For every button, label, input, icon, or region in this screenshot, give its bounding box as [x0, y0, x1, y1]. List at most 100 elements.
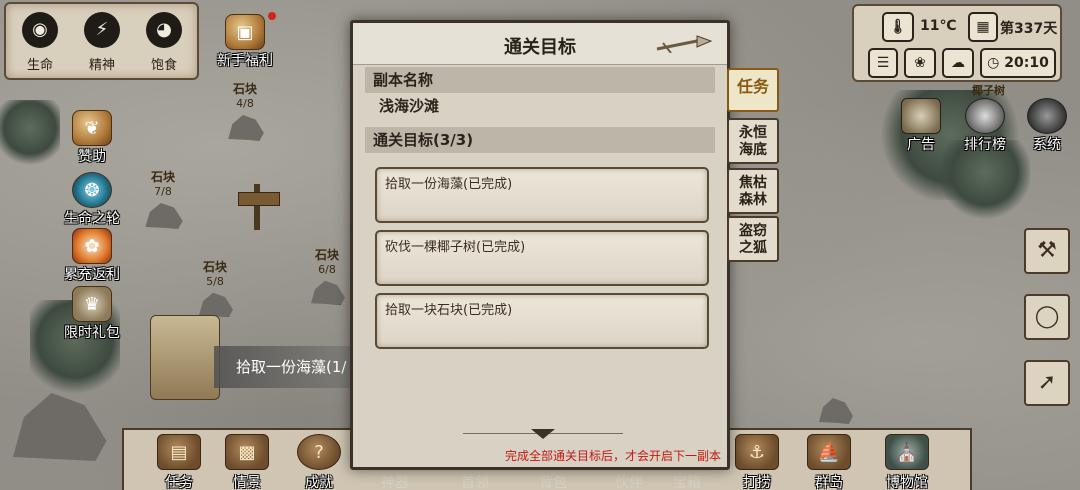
button-label: 系统	[1033, 137, 1061, 153]
run-button[interactable]: ➚	[1024, 360, 1070, 406]
body-icon: ◉	[22, 12, 58, 48]
map-node-stone[interactable]: 石块 7/8	[138, 168, 188, 230]
stone-icon	[311, 280, 345, 305]
recharge-rebate-button[interactable]: ✿ 累充返利	[52, 228, 132, 284]
stat-label: 生命	[26, 58, 53, 73]
tab-label: 焦枯森林	[739, 175, 767, 208]
axe-icon: ⚒	[1037, 238, 1057, 263]
map-node-stone[interactable]: 石块 6/8	[302, 246, 352, 306]
nav-tasks[interactable]: ▤ 任务	[144, 434, 214, 490]
tab-eternal-seabed[interactable]: 永恒海底	[727, 118, 779, 164]
nav-museum[interactable]: ⛪ 博物馆	[872, 434, 942, 490]
dungeon-name: 浅海沙滩	[379, 97, 440, 115]
boulder	[819, 398, 853, 424]
weather-rain-icon[interactable]: ☁	[942, 48, 974, 78]
tab-thief-fox[interactable]: 盗窃之狐	[727, 216, 779, 262]
axe-tool-button[interactable]: ⚒	[1024, 228, 1070, 274]
stone-icon	[199, 292, 233, 317]
tab-label: 盗窃之狐	[739, 223, 767, 256]
goal-text: 拾取一份海藻(已完成)	[385, 177, 513, 192]
spear-close-icon	[656, 35, 713, 54]
quest-scroll-icon[interactable]	[150, 315, 220, 400]
leaderboard-button[interactable]: 排行榜	[950, 98, 1020, 154]
stone-icon	[228, 115, 264, 141]
button-label: 广告	[907, 137, 935, 153]
tab-tasks[interactable]: 任务	[727, 68, 779, 112]
button-label: 累充返利	[64, 267, 120, 283]
nav-label: 打捞	[743, 475, 771, 490]
ship-icon: ⛵	[807, 434, 851, 470]
stat-label: 饱食	[150, 58, 177, 73]
chevron-down-icon[interactable]	[531, 429, 555, 439]
button-label: 赞助	[78, 149, 106, 165]
node-label: 石块	[314, 248, 339, 262]
time-value: 20:10	[1004, 55, 1049, 71]
museum-icon: ⛪	[885, 434, 929, 470]
tree-decoration	[0, 100, 60, 170]
nav-achievements[interactable]: ? 成就	[284, 434, 354, 490]
nav-salvage[interactable]: ⚓ 打捞	[722, 434, 792, 490]
lucky-cat-icon: ✿	[72, 228, 112, 264]
temperature-value: 11℃	[920, 18, 957, 34]
thermometer-icon: 🌡	[882, 12, 914, 42]
tab-scorched-forest[interactable]: 焦枯森林	[727, 168, 779, 214]
stomach-icon: ◕	[146, 12, 182, 48]
ad-icon	[901, 98, 941, 134]
book-icon: ▤	[157, 434, 201, 470]
quest-tracker[interactable]: 拾取一份海藻(1/	[214, 346, 364, 388]
menu-icon[interactable]: ☰	[868, 48, 898, 78]
salvage-icon: ⚓	[735, 434, 779, 470]
clear-goals-dialog: 通关目标 副本名称 浅海沙滩 通关目标(3/3) 拾取一份海藻(已完成) 砍伐一…	[350, 20, 730, 470]
clock-display[interactable]: ◷ 20:10	[980, 48, 1056, 78]
nav-label: 博物馆	[886, 475, 928, 490]
nav-scenario[interactable]: ▩ 情景	[212, 434, 282, 490]
nav-label: 首领	[461, 475, 489, 490]
button-label: 新手福利	[217, 53, 273, 69]
lightning-icon: ⚡	[84, 12, 120, 48]
calendar-icon: ▦	[968, 12, 998, 42]
button-label: 生命之轮	[64, 211, 120, 227]
stat-spirit[interactable]: ⚡ 精神	[76, 12, 128, 73]
button-label: 排行榜	[964, 137, 1006, 153]
nav-label: 任务	[165, 475, 193, 490]
node-label: 石块	[232, 82, 257, 96]
medal-icon: ?	[297, 434, 341, 470]
system-button[interactable]: 系统	[1012, 98, 1080, 154]
stat-hunger[interactable]: ◕ 饱食	[138, 12, 190, 73]
scroll-icon: ▩	[225, 434, 269, 470]
node-count: 7/8	[154, 185, 172, 198]
nav-label: 背包	[539, 475, 567, 490]
node-label: 石块	[202, 260, 227, 274]
goal-item: 拾取一份海藻(已完成)	[375, 167, 709, 223]
node-count: 6/8	[318, 263, 336, 276]
stat-health[interactable]: ◉ 生命	[14, 12, 66, 73]
node-count: 4/8	[236, 97, 254, 110]
newbie-welfare-button[interactable]: ▣ 新手福利	[205, 14, 285, 70]
signpost-icon[interactable]	[234, 184, 284, 230]
trophy-icon	[965, 98, 1005, 134]
gear-icon	[1027, 98, 1067, 134]
goal-item: 拾取一块石块(已完成)	[375, 293, 709, 349]
nav-archipelago[interactable]: ⛵ 群岛	[794, 434, 864, 490]
clock-icon: ◷	[987, 55, 1000, 71]
node-count: 5/8	[206, 275, 224, 288]
map-node-stone[interactable]: 石块 5/8	[190, 258, 240, 318]
nav-label: 宝箱	[673, 475, 701, 490]
stone-icon	[145, 203, 183, 229]
ad-button[interactable]: 广告	[886, 98, 956, 154]
wheel-of-life-button[interactable]: ❂ 生命之轮	[52, 172, 132, 228]
goal-text: 拾取一块石块(已完成)	[385, 303, 513, 318]
map-node-stone[interactable]: 石块 4/8	[220, 80, 270, 142]
goal-item: 砍伐一棵椰子树(已完成)	[375, 230, 709, 286]
close-button[interactable]	[653, 33, 713, 54]
leaf-icon[interactable]: ❀	[904, 48, 936, 78]
limited-gift-button[interactable]: ♛ 限时礼包	[52, 286, 132, 342]
footer-note: 完成全部通关目标后，才会开启下一副本	[504, 449, 721, 463]
wheel-of-life-icon: ❂	[72, 172, 112, 208]
sponsor-button[interactable]: ❦ 赞助	[52, 110, 132, 166]
trap-tool-button[interactable]: ◯	[1024, 294, 1070, 340]
stat-label: 精神	[88, 58, 115, 73]
tab-label: 任务	[736, 77, 769, 96]
node-label: 石块	[150, 170, 175, 184]
environment-panel: 🌡 11℃ ▦ 第337天 ☰ ❀ ☁ ◷ 20:10	[852, 4, 1062, 82]
